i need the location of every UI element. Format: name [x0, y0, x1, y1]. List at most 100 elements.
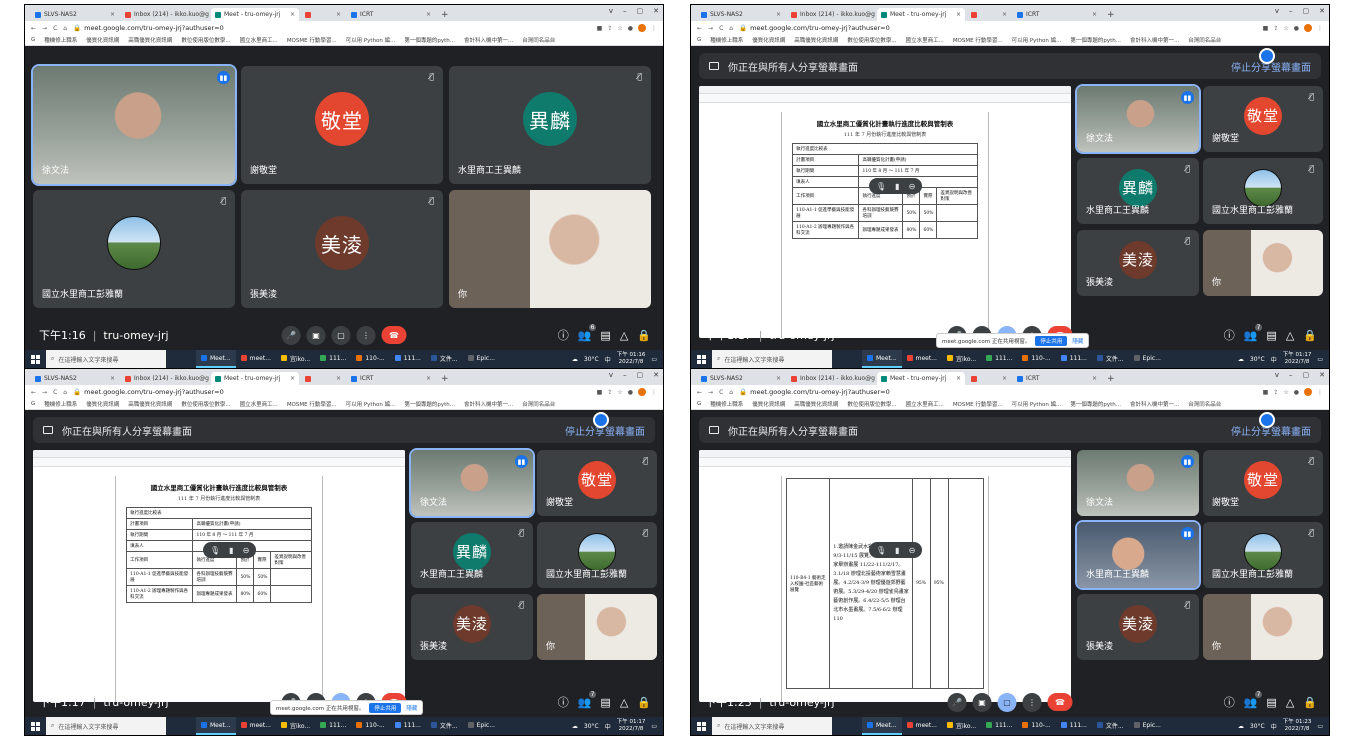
bookmark-item[interactable]: 數位使用版位數學... — [847, 36, 896, 44]
participant-tile-p5[interactable]: 美淩 🎙̸ 張美淩 — [1077, 594, 1199, 660]
taskbar-app[interactable]: 111... — [390, 717, 426, 735]
browser-tab[interactable]: × — [301, 372, 345, 385]
hide-notice-button[interactable]: 隱藏 — [1072, 337, 1083, 345]
taskbar-app[interactable]: 宜iko... — [276, 717, 315, 735]
reload-icon[interactable]: C — [719, 389, 723, 396]
bookmark-item[interactable]: MOSME 行動學習... — [953, 400, 1003, 408]
bookmark-item[interactable]: 種機修上職系 — [710, 36, 743, 44]
bookmark-item[interactable]: MOSME 行動學習... — [287, 400, 337, 408]
bookmark-item[interactable]: 數位使用版位數學... — [181, 36, 230, 44]
browser-tab[interactable]: × — [301, 8, 345, 21]
browser-tab[interactable]: Inbox (214) - ikko.kuo@gmail× — [121, 8, 209, 21]
participant-tile-p2[interactable]: 敬堂 🎙̸ 謝敬堂 — [1203, 86, 1323, 152]
bookmark-item[interactable]: 可以用 Python 編... — [1012, 36, 1062, 44]
home-icon[interactable]: ⌂ — [729, 389, 733, 396]
windows-start-icon[interactable] — [31, 354, 40, 364]
input-language[interactable]: 中 — [1271, 722, 1277, 731]
windows-start-icon[interactable] — [697, 354, 706, 364]
taskbar-app[interactable]: 111... — [981, 717, 1017, 735]
browser-tab[interactable]: SLVS-NAS2 × — [697, 8, 785, 21]
activities-icon[interactable]: △ — [620, 329, 628, 342]
participant-tile-p4[interactable]: 🎙̸ 國立水里商工彭雅蘭 — [1203, 522, 1323, 588]
participant-tile-p3[interactable]: 異麟 🎙̸ 水里商工王異麟 — [1077, 158, 1199, 224]
host-controls-icon[interactable]: 🔒 — [637, 329, 651, 342]
taskbar-app[interactable]: 111... — [1056, 717, 1092, 735]
participant-tile-p6[interactable]: 你 — [449, 190, 651, 308]
taskbar-app[interactable]: 宜iko... — [942, 717, 981, 735]
bookmark-item[interactable]: 高職優質化資訊網 — [128, 400, 172, 408]
bookmark-item[interactable]: 優質化資訊網 — [86, 36, 119, 44]
tab-close-icon[interactable]: × — [776, 375, 781, 382]
taskbar-app[interactable]: 111... — [981, 350, 1017, 368]
taskbar-app[interactable]: 宜iko... — [942, 350, 981, 368]
taskbar-app[interactable]: Epic... — [1129, 350, 1166, 368]
notification-icon[interactable]: ▭ — [1317, 723, 1323, 730]
input-language[interactable]: 中 — [605, 722, 611, 731]
share-icon[interactable]: ⇪ — [607, 389, 612, 396]
chat-icon[interactable]: ▤ — [1266, 696, 1276, 709]
participant-tile-p2[interactable]: 敬堂 🎙̸ 謝敬堂 — [241, 66, 443, 184]
bookmark-item[interactable]: G — [31, 37, 35, 43]
browser-tab[interactable]: Meet - tru-omey-jrj × — [877, 8, 965, 21]
bookmark-item[interactable]: 可以用 Python 編... — [346, 36, 396, 44]
participant-tile-p1[interactable]: ▮▮ 徐文法 — [1075, 84, 1201, 154]
extension-icon[interactable]: ● — [628, 389, 633, 396]
bookmark-item[interactable]: 會計科入機中第一... — [1130, 36, 1179, 44]
tab-close-icon[interactable]: × — [1002, 375, 1007, 382]
host-controls-icon[interactable]: 🔒 — [637, 696, 651, 709]
camera-icon[interactable]: ■ — [1263, 25, 1269, 32]
forward-icon[interactable]: → — [42, 25, 47, 32]
taskbar-search[interactable]: ⌕ 在這裡輸入文字來搜尋 — [46, 717, 166, 735]
bookmark-item[interactable]: 優質化資訊網 — [752, 36, 785, 44]
bookmark-item[interactable]: 高職優質化資訊網 — [128, 36, 172, 44]
stop-sharing-button[interactable]: 停止共用 — [369, 702, 402, 713]
taskbar-app[interactable]: meet... — [236, 350, 276, 368]
bookmark-item[interactable]: 數位使用版位數學... — [181, 400, 230, 408]
bookmark-item[interactable]: 台灣同名品台 — [1188, 400, 1221, 408]
browser-tab[interactable]: SLVS-NAS2 × — [31, 372, 119, 385]
bookmark-item[interactable]: 第一個專題的pyth... — [404, 36, 455, 44]
home-icon[interactable]: ⌂ — [63, 389, 67, 396]
browser-tab[interactable]: ICRT × — [347, 372, 435, 385]
mic-button[interactable]: 🎤 — [281, 325, 301, 345]
participant-tile-p1[interactable]: ▮▮ 徐文法 — [31, 64, 237, 186]
taskbar-app[interactable]: 110-... — [1017, 350, 1055, 368]
taskbar-app[interactable]: meet... — [902, 717, 942, 735]
leave-call-button[interactable]: ☎ — [381, 326, 407, 344]
back-icon[interactable]: ← — [31, 25, 36, 32]
more-menu-icon[interactable]: ⋮ — [1317, 25, 1323, 32]
reload-icon[interactable]: C — [719, 25, 723, 32]
extension-icon[interactable]: ● — [1294, 25, 1299, 32]
camera-mini-icon[interactable]: ▮ — [895, 182, 899, 191]
tab-close-icon[interactable]: × — [956, 11, 961, 18]
bookmark-item[interactable]: 會計科入機中第一... — [464, 36, 513, 44]
system-clock[interactable]: 下午 01:17 2022/7/8 — [1283, 352, 1312, 366]
info-icon[interactable]: ⓘ — [1224, 327, 1235, 343]
windows-start-icon[interactable] — [31, 721, 40, 731]
bookmark-item[interactable]: 種機修上職系 — [710, 400, 743, 408]
url-field[interactable]: 🔒 meet.google.com/tru-omey-jrj?authuser=… — [73, 24, 591, 32]
participant-tile-p3[interactable]: ▮▮ 水里商工王異麟 — [1075, 520, 1201, 590]
tab-close-icon[interactable]: × — [426, 11, 431, 18]
people-button[interactable]: 👥 6 — [578, 323, 597, 342]
bookmark-item[interactable]: 優質化資訊網 — [752, 400, 785, 408]
forward-icon[interactable]: → — [708, 389, 713, 396]
camera-icon[interactable]: ■ — [597, 389, 603, 396]
camera-icon[interactable]: ■ — [597, 25, 603, 32]
tab-close-icon[interactable]: × — [426, 375, 431, 382]
people-button[interactable]: 👥 7 — [1244, 323, 1263, 342]
minimize-mini-icon[interactable]: ⊖ — [243, 546, 250, 555]
mute-mini-icon[interactable]: 🎙 — [210, 546, 220, 555]
notification-icon[interactable]: ▭ — [1317, 356, 1323, 363]
star-icon[interactable]: ☆ — [617, 389, 622, 396]
back-icon[interactable]: ← — [31, 389, 36, 396]
bookmark-item[interactable]: 高職優質化資訊網 — [794, 400, 838, 408]
tab-close-icon[interactable]: × — [336, 375, 341, 382]
host-controls-icon[interactable]: 🔒 — [1303, 696, 1317, 709]
taskbar-app[interactable]: Meet... — [862, 350, 902, 368]
bookmark-item[interactable]: 種機修上職系 — [44, 36, 77, 44]
star-icon[interactable]: ☆ — [1283, 25, 1288, 32]
participant-tile-p2[interactable]: 敬堂 🎙̸ 謝敬堂 — [1203, 450, 1323, 516]
participant-tile-p4[interactable]: 🎙̸ 國立水里商工彭雅蘭 — [33, 190, 235, 308]
forward-icon[interactable]: → — [708, 25, 713, 32]
